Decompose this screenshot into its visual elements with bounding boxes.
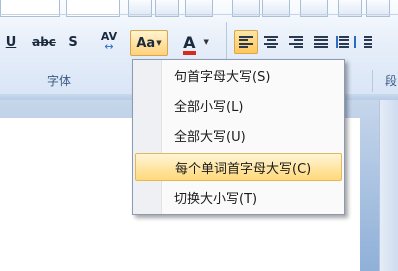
- align-left-button[interactable]: [234, 30, 258, 54]
- paragraph-group-label: 段: [385, 74, 398, 88]
- distributed-icon: [336, 36, 356, 48]
- change-case-menu: 句首字母大写(S) 全部小写(L) 全部大写(U) 每个单词首字母大写(C) 切…: [132, 59, 345, 215]
- align-right-icon: [289, 36, 303, 48]
- align-center-button[interactable]: [259, 30, 283, 54]
- vertical-scrollbar[interactable]: [379, 100, 398, 271]
- menu-item-lowercase[interactable]: 全部小写(L): [135, 92, 340, 118]
- chevron-down-icon: ▼: [203, 38, 209, 46]
- align-center-icon: [264, 36, 278, 48]
- font-size-row: [0, 0, 398, 20]
- underline-button[interactable]: U: [3, 30, 19, 54]
- double-arrow-icon: ↔: [104, 40, 114, 53]
- strikethrough-button[interactable]: abc: [30, 30, 58, 54]
- character-spacing-button[interactable]: AV ↔: [92, 30, 126, 54]
- paragraph-align-group: [234, 30, 383, 54]
- change-case-button[interactable]: Aa ▼: [130, 30, 168, 56]
- line-spacing-button[interactable]: [359, 30, 383, 54]
- shadow-button[interactable]: S: [64, 30, 82, 54]
- justify-icon: [314, 36, 328, 48]
- menu-item-capitalize-each-word[interactable]: 每个单词首字母大写(C): [135, 153, 342, 181]
- menu-item-uppercase[interactable]: 全部大写(U): [135, 122, 340, 148]
- align-right-button[interactable]: [284, 30, 308, 54]
- justify-button[interactable]: [309, 30, 333, 54]
- chevron-down-icon: ▼: [156, 39, 162, 47]
- line-spacing-icon: [364, 36, 378, 48]
- distributed-button[interactable]: [334, 30, 358, 54]
- font-color-button[interactable]: A ▼: [176, 30, 216, 55]
- font-group-label: 字体: [47, 74, 72, 88]
- align-left-icon: [239, 36, 253, 48]
- menu-item-toggle-case[interactable]: 切换大小写(T): [135, 184, 340, 210]
- font-color-swatch: [183, 50, 196, 55]
- menu-item-sentence-case[interactable]: 句首字母大写(S): [135, 62, 340, 88]
